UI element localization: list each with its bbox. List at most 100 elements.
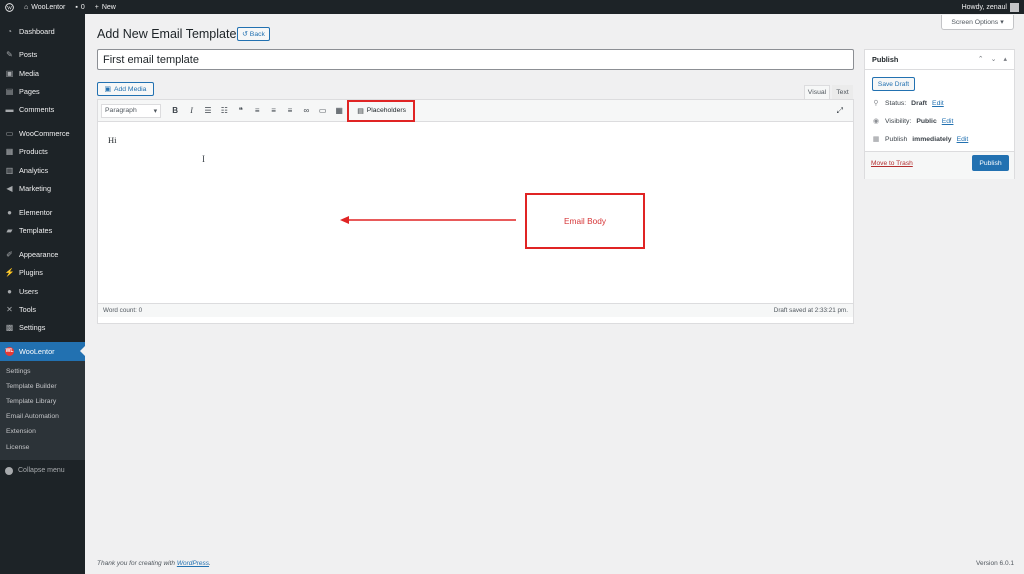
sidebar-item-woolentor[interactable]: WL WooLentor [0, 342, 85, 361]
move-to-trash-link[interactable]: Move to Trash [871, 160, 913, 167]
eye-icon: ◉ [872, 118, 880, 125]
submenu-item-email-automation[interactable]: Email Automation [0, 409, 85, 424]
comments-icon: ▬ [5, 105, 14, 115]
text-cursor-icon: I [202, 154, 205, 164]
sidebar-item-templates[interactable]: ▰ Templates [0, 221, 85, 239]
sidebar-item-label: Media [19, 68, 39, 78]
blockquote-button[interactable]: ❝ [233, 103, 249, 119]
status-row: ⚲ Status: Draft Edit [872, 98, 944, 108]
italic-button[interactable]: I [183, 103, 199, 119]
site-name-link[interactable]: ⌂ WooLentor [19, 0, 70, 14]
read-more-button[interactable]: ▭ [315, 103, 331, 119]
submenu-item-settings[interactable]: Settings [0, 364, 85, 379]
sidebar-item-posts[interactable]: ✎ Posts [0, 46, 85, 64]
editor-statusbar: Word count: 0 Draft saved at 2:33:21 pm. [98, 303, 853, 317]
content-editor: Paragraph ▾ B I ☰ ☷ ❝ ≡ ≡ ≡ ∞ ▭ ▦ ▤ Plac… [97, 99, 854, 324]
add-media-button[interactable]: ▣ Add Media [97, 82, 154, 96]
tab-visual[interactable]: Visual [804, 85, 830, 99]
wordpress-link[interactable]: WordPress [177, 560, 209, 567]
title-input[interactable] [97, 49, 854, 70]
caret-up-icon[interactable]: ▴ [1003, 55, 1007, 63]
sidebar-item-label: Templates [19, 226, 53, 236]
bold-button[interactable]: B [167, 103, 183, 119]
my-account-link[interactable]: Howdy, zenaul [957, 0, 1024, 14]
collapse-menu-button[interactable]: Collapse menu [0, 462, 85, 480]
save-draft-button[interactable]: Save Draft [872, 77, 915, 91]
publish-heading: Publish [872, 55, 899, 64]
screen-options-button[interactable]: Screen Options ▾ [941, 15, 1014, 30]
woocommerce-icon: ▭ [5, 129, 14, 139]
quote-icon: ❝ [238, 106, 243, 115]
submenu-item-license[interactable]: License [0, 439, 85, 454]
annotation-label: Email Body [564, 216, 606, 226]
footer-version: Version 6.0.1 [976, 560, 1014, 567]
visibility-row: ◉ Visibility: Public Edit [872, 116, 954, 126]
wordpress-logo-icon: W [5, 2, 14, 12]
submenu-item-template-library[interactable]: Template Library [0, 394, 85, 409]
comment-bubble-icon: ▪ [75, 3, 78, 11]
publish-button[interactable]: Publish [972, 155, 1009, 171]
pin-icon: ✎ [6, 50, 13, 60]
sidebar-item-comments[interactable]: ▬ Comments [0, 101, 85, 119]
fullscreen-button[interactable]: ⤢ [832, 103, 848, 119]
folder-icon: ▰ [6, 226, 13, 236]
chevron-down-icon[interactable]: ⌄ [991, 55, 997, 63]
publish-panel: Publish ⌃ ⌄ ▴ Save Draft ⚲ Status: Draft… [864, 49, 1015, 179]
sidebar-item-plugins[interactable]: ⚡ Plugins [0, 264, 85, 282]
sidebar-item-dashboard[interactable]: ◔ Dashboard [0, 22, 85, 40]
sidebar-item-media[interactable]: ▣ Media [0, 64, 85, 82]
comments-link[interactable]: ▪ 0 [70, 0, 89, 14]
submenu-item-template-builder[interactable]: Template Builder [0, 379, 85, 394]
annotation-arrow-icon [340, 216, 516, 224]
italic-icon: I [190, 106, 193, 115]
publish-time-row: ▦ Publish immediately Edit [872, 134, 969, 144]
edit-visibility-link[interactable]: Edit [942, 118, 954, 125]
submenu-item-extension[interactable]: Extension [0, 424, 85, 439]
dashboard-icon: ◔ [7, 26, 12, 36]
calendar-icon: ▦ [872, 136, 880, 143]
media-icon: ▣ [5, 68, 14, 78]
add-media-icon: ▣ [104, 86, 111, 93]
align-center-button[interactable]: ≡ [265, 103, 281, 119]
status-label: Status: [885, 99, 907, 107]
pages-icon: ▤ [5, 87, 14, 97]
editor-body[interactable]: Hi I [98, 122, 853, 303]
edit-status-link[interactable]: Edit [932, 100, 944, 107]
sidebar-item-appearance[interactable]: ✐ Appearance [0, 245, 85, 263]
insert-link-button[interactable]: ∞ [298, 103, 314, 119]
sidebar-item-marketing[interactable]: ◀ Marketing [0, 179, 85, 197]
align-right-button[interactable]: ≡ [282, 103, 298, 119]
sidebar-item-products[interactable]: ▦ Products [0, 143, 85, 161]
sidebar-item-label: Tools [19, 304, 37, 314]
back-button[interactable]: ↺ Back [237, 27, 270, 41]
fullscreen-icon: ⤢ [836, 106, 843, 115]
products-icon: ▦ [5, 147, 14, 157]
sidebar-item-analytics[interactable]: ▥ Analytics [0, 161, 85, 179]
screen-options-label: Screen Options [951, 18, 999, 26]
sidebar-item-elementor[interactable]: ● Elementor [0, 203, 85, 221]
sidebar-item-pages[interactable]: ▤ Pages [0, 82, 85, 100]
woolentor-submenu: Settings Template Builder Template Libra… [0, 360, 85, 460]
align-left-button[interactable]: ≡ [249, 103, 265, 119]
edit-publish-time-link[interactable]: Edit [957, 136, 969, 143]
placeholders-highlight [347, 100, 415, 122]
wordpress-logo-button[interactable]: W [0, 0, 19, 14]
sidebar-item-tools[interactable]: ✕ Tools [0, 300, 85, 318]
toolbar-toggle-button[interactable]: ▦ [331, 103, 347, 119]
sidebar-item-label: Products [19, 147, 48, 157]
bulleted-list-button[interactable]: ☰ [200, 103, 216, 119]
footer-thanks: Thank you for creating with WordPress. [97, 560, 211, 567]
editor-toolbar: Paragraph ▾ B I ☰ ☷ ❝ ≡ ≡ ≡ ∞ ▭ ▦ ▤ Plac… [98, 100, 853, 122]
site-name: WooLentor [31, 3, 66, 11]
numbered-list-button[interactable]: ☷ [216, 103, 232, 119]
new-content-link[interactable]: + New [90, 0, 121, 14]
chevron-up-icon[interactable]: ⌃ [978, 55, 984, 63]
format-select[interactable]: Paragraph ▾ [101, 103, 161, 118]
keyboard-icon: ▦ [335, 106, 343, 115]
sidebar-item-woocommerce[interactable]: ▭ WooCommerce [0, 124, 85, 142]
sidebar-item-users[interactable]: ● Users [0, 282, 85, 300]
tab-text[interactable]: Text [832, 85, 853, 99]
sidebar-item-settings[interactable]: ▩ Settings [0, 318, 85, 336]
add-media-label: Add Media [113, 85, 147, 93]
sidebar-item-label: Plugins [19, 268, 43, 278]
